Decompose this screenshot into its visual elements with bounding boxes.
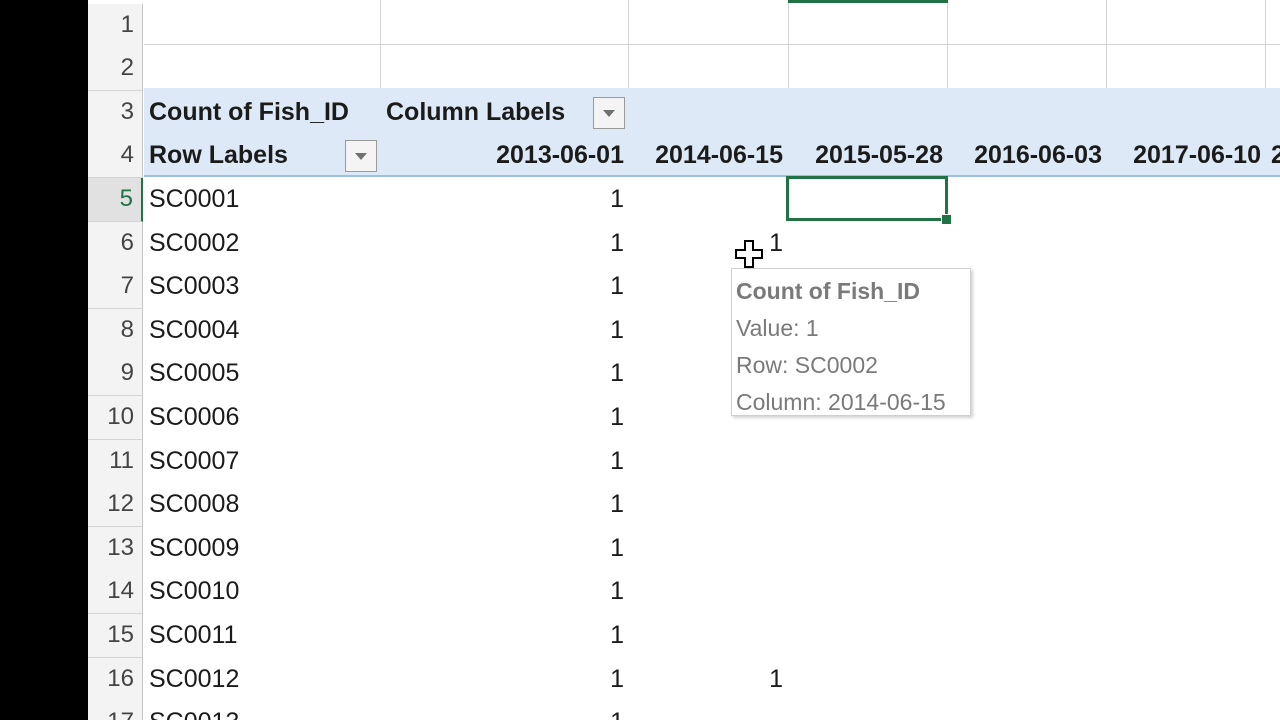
row-header[interactable]: 7 (88, 265, 143, 309)
row-header[interactable]: 10 (88, 396, 143, 440)
row-header[interactable]: 16 (88, 658, 143, 702)
value-cell[interactable]: 1 (448, 222, 624, 265)
row-label[interactable]: SC0005 (149, 352, 239, 395)
date-header[interactable]: 2013-06-01 (448, 134, 624, 177)
pivot-row-labels[interactable]: Row Labels (149, 134, 288, 177)
row-label[interactable]: SC0012 (149, 658, 239, 701)
row-header[interactable]: 15 (88, 614, 143, 658)
pivot-value-tooltip: Count of Fish_ID Value: 1 Row: SC0002 Co… (731, 268, 971, 416)
value-cell[interactable]: 1 (448, 614, 624, 657)
cell-cursor-icon (735, 240, 763, 268)
row-header[interactable]: 13 (88, 527, 143, 571)
date-header[interactable]: 2016-06-03 (947, 134, 1102, 177)
row-header[interactable]: 14 (88, 570, 143, 614)
row-header[interactable]: 2 (88, 47, 143, 91)
row-label[interactable]: SC0009 (149, 527, 239, 570)
date-header[interactable]: 2017-06-10 (1106, 134, 1261, 177)
row-filter-dropdown[interactable] (345, 140, 377, 172)
row-label[interactable]: SC0002 (149, 222, 239, 265)
value-cell[interactable]: 1 (448, 483, 624, 526)
row-header[interactable]: 11 (88, 440, 143, 484)
row-label[interactable]: SC0013 (149, 701, 239, 720)
column-filter-dropdown[interactable] (593, 97, 625, 129)
value-cell[interactable]: 1 (628, 658, 783, 701)
chevron-down-icon (603, 110, 615, 117)
row-label[interactable]: SC0001 (149, 178, 239, 221)
row-label[interactable]: SC0003 (149, 265, 239, 308)
chevron-down-icon (355, 153, 367, 160)
row-label[interactable]: SC0008 (149, 483, 239, 526)
row-label[interactable]: SC0006 (149, 396, 239, 439)
row-header[interactable]: 3 (88, 91, 143, 135)
value-cell[interactable]: 1 (448, 352, 624, 395)
row-divider (144, 44, 1280, 45)
tooltip-row: Row: SC0002 (736, 352, 878, 378)
date-header[interactable]: 2 (1271, 134, 1280, 177)
pivot-column-labels[interactable]: Column Labels (386, 91, 565, 134)
value-cell[interactable]: 1 (448, 309, 624, 352)
value-cell[interactable]: 1 (448, 440, 624, 483)
row-header[interactable]: 8 (88, 309, 143, 353)
value-cell[interactable]: 1 (448, 396, 624, 439)
value-cell[interactable]: 1 (448, 570, 624, 613)
active-column-indicator (788, 0, 948, 3)
tooltip-title: Count of Fish_ID (736, 278, 920, 304)
row-header[interactable]: 12 (88, 483, 143, 527)
row-label[interactable]: SC0011 (149, 614, 238, 657)
value-cell[interactable] (628, 178, 783, 221)
value-cell[interactable]: 1 (448, 265, 624, 308)
row-label[interactable]: SC0007 (149, 440, 239, 483)
value-cell[interactable]: 1 (448, 527, 624, 570)
value-cell[interactable]: 1 (448, 658, 624, 701)
row-label[interactable]: SC0010 (149, 570, 239, 613)
spreadsheet-grid[interactable]: 1 2 3 4 5 6 7 8 9 10 11 12 13 14 15 16 1… (88, 0, 1280, 720)
row-label[interactable]: SC0004 (149, 309, 239, 352)
value-cell[interactable]: 1 (448, 178, 624, 221)
tooltip-value: Value: 1 (736, 315, 819, 341)
tooltip-column: Column: 2014-06-15 (736, 389, 946, 415)
pivot-values-label[interactable]: Count of Fish_ID (149, 91, 349, 134)
value-cell[interactable]: 1 (448, 701, 624, 720)
row-header-active[interactable]: 5 (88, 178, 143, 222)
date-header[interactable]: 2015-05-28 (788, 134, 943, 177)
row-header[interactable]: 6 (88, 222, 143, 266)
date-header[interactable]: 2014-06-15 (628, 134, 783, 177)
fill-handle[interactable] (941, 214, 952, 225)
row-header[interactable]: 17 (88, 701, 143, 720)
row-header[interactable]: 9 (88, 352, 143, 396)
row-header[interactable]: 1 (88, 4, 143, 48)
selected-cell[interactable] (786, 176, 948, 221)
row-header[interactable]: 4 (88, 134, 143, 178)
